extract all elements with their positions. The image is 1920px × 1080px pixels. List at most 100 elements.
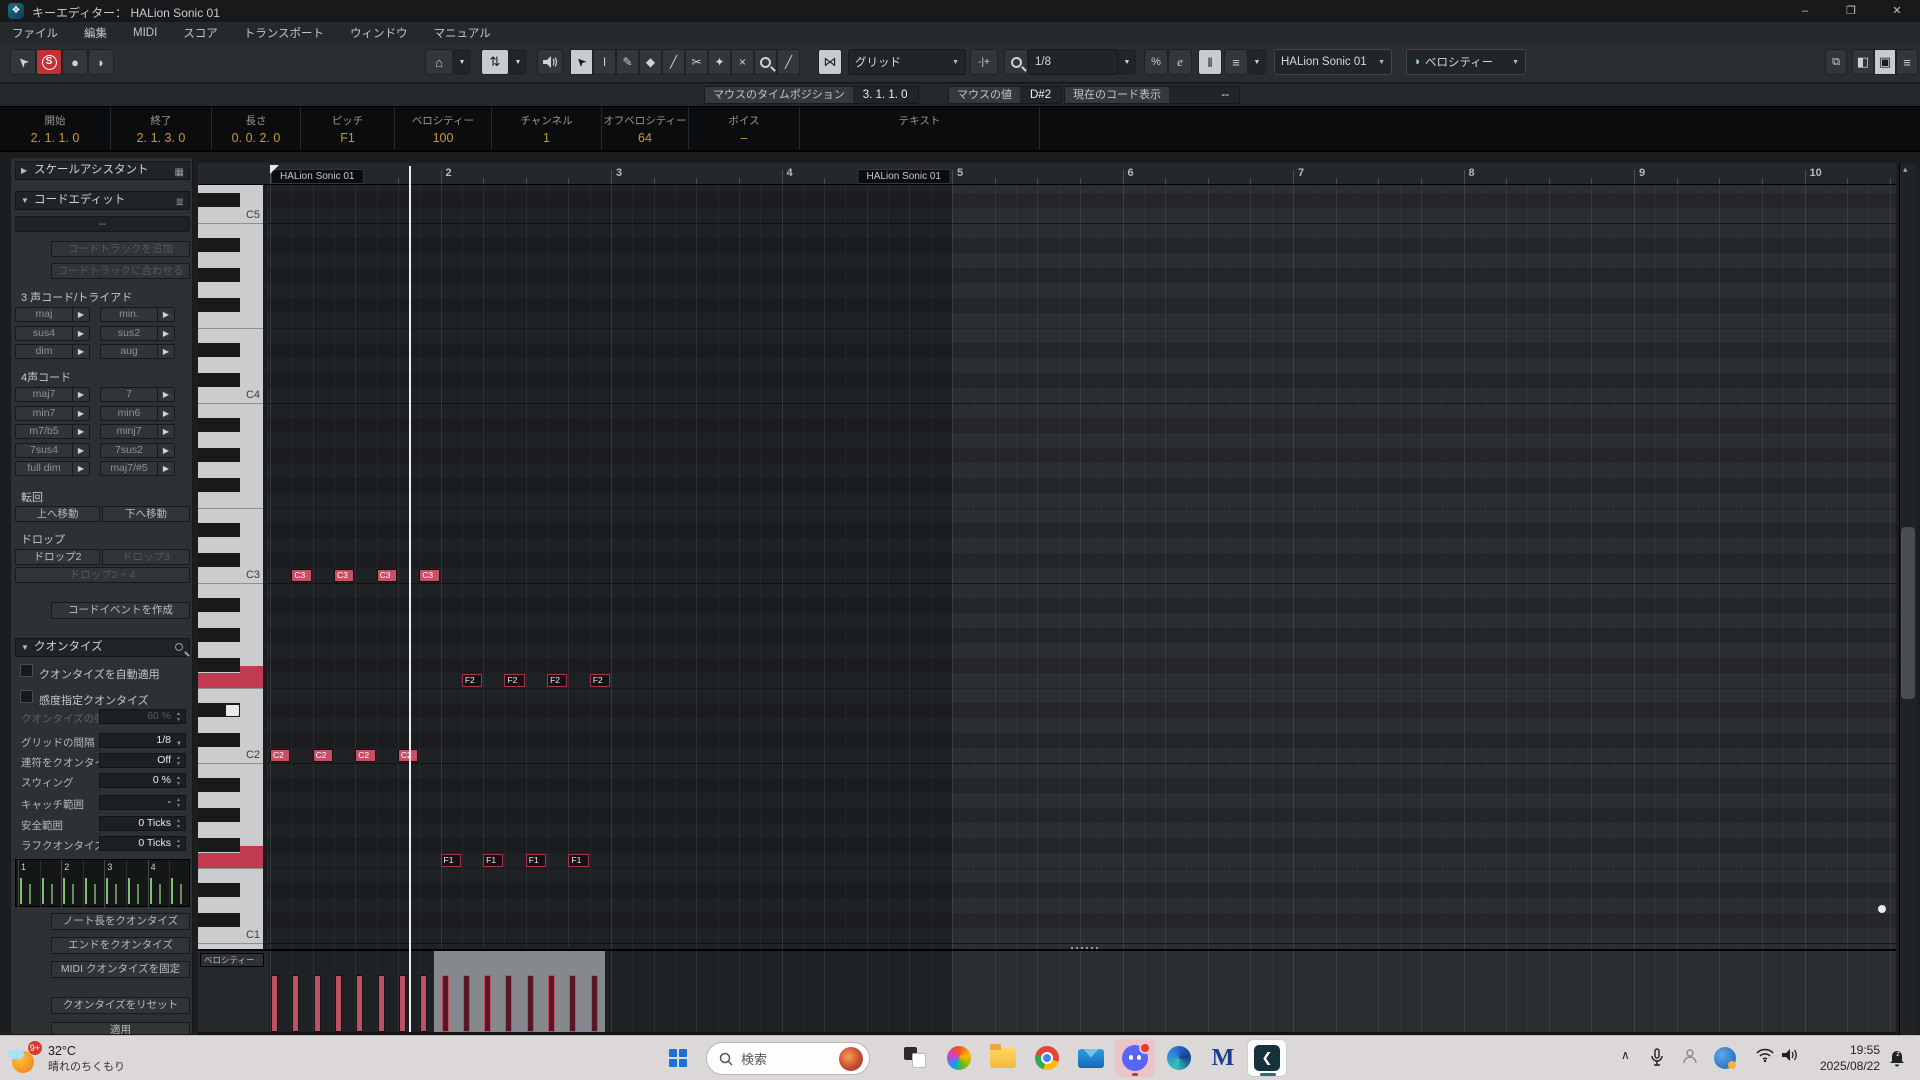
quantize-row-value[interactable]: 0 Ticks▲▼ [99, 836, 186, 851]
chrome-taskbar-icon[interactable] [1027, 1039, 1067, 1077]
velocity-bar[interactable] [271, 975, 278, 1032]
info-field-value[interactable]: – [689, 131, 799, 145]
volume-icon[interactable] [1782, 1048, 1799, 1065]
copilot-taskbar-icon[interactable] [939, 1039, 979, 1077]
triad-min[interactable]: min.▶ [100, 307, 175, 322]
quantize-row-value[interactable]: Off▲▼ [99, 753, 186, 768]
edge-taskbar-icon[interactable] [1159, 1039, 1199, 1077]
match-chord-track-button[interactable]: コードトラックに合わせる [51, 263, 190, 279]
tray-clock[interactable]: 19:552025/08/22 [1808, 1042, 1880, 1074]
zoom-tool[interactable] [754, 49, 777, 75]
midi-note[interactable]: C3 [419, 569, 439, 582]
midi-note[interactable]: F1 [568, 854, 588, 867]
drop2-button[interactable]: ドロップ2 [15, 549, 100, 565]
play-chord-arrow-icon[interactable]: ▶ [72, 308, 89, 321]
tetrad-minj7[interactable]: minj7▶ [100, 424, 175, 439]
piano-key-black[interactable] [198, 658, 240, 672]
drop2-4-button[interactable]: ドロップ2 + 4 [15, 567, 190, 583]
piano-key-black[interactable] [198, 883, 240, 897]
velocity-bar[interactable] [420, 975, 427, 1032]
insert-velocity-button[interactable]: ⇅ [481, 49, 509, 75]
eraser-tool[interactable]: ◆ [639, 49, 662, 75]
section-chord-edit[interactable]: コードエディット▼≣ [15, 191, 190, 210]
part-list-arrow[interactable]: ▼ [1248, 49, 1266, 75]
start-button[interactable] [658, 1039, 698, 1077]
menu-item-5[interactable]: ウィンドウ [350, 25, 408, 41]
object-selection-tool[interactable]: ➤ [570, 49, 593, 75]
velocity-bar[interactable] [569, 975, 576, 1032]
piano-key-black[interactable] [198, 448, 240, 462]
solo-button[interactable]: S [36, 49, 62, 75]
add-chord-track-button[interactable]: コードトラックを追加 [51, 241, 190, 257]
info-field-value[interactable]: 64 [602, 131, 688, 145]
piano-key-black[interactable] [198, 193, 240, 207]
move-up-button[interactable]: 上へ移動 [15, 506, 100, 522]
quantize-button-2[interactable]: MIDI クオンタイズを固定 [51, 961, 190, 978]
play-chord-arrow-icon[interactable]: ▶ [72, 462, 89, 475]
midi-note[interactable]: F1 [441, 854, 461, 867]
tetrad-maj7[interactable]: maj7▶ [15, 387, 90, 402]
controller-lane-label[interactable]: ベロシティー [200, 953, 264, 967]
piano-key-black[interactable] [198, 778, 240, 792]
velocity-bar[interactable] [442, 975, 449, 1032]
midi-note[interactable]: F1 [483, 854, 503, 867]
velocity-bar[interactable] [356, 975, 363, 1032]
move-down-button[interactable]: 下へ移動 [102, 506, 190, 522]
menu-item-0[interactable]: ファイル [12, 25, 58, 41]
play-chord-arrow-icon[interactable]: ▶ [157, 462, 174, 475]
play-chord-arrow-icon[interactable]: ▶ [72, 388, 89, 401]
midi-note[interactable]: C2 [355, 749, 375, 762]
velocity-bar[interactable] [335, 975, 342, 1032]
velocity-bar[interactable] [292, 975, 299, 1032]
task-view-taskbar-icon[interactable] [895, 1039, 935, 1077]
play-chord-arrow-icon[interactable]: ▶ [72, 345, 89, 358]
triad-dim[interactable]: dim▶ [15, 344, 90, 359]
autoscroll-button[interactable]: ⌂ [425, 49, 453, 75]
line-tool[interactable]: ╱ [777, 49, 800, 75]
piano-key-black[interactable] [198, 913, 240, 927]
velocity-bar[interactable] [527, 975, 534, 1032]
part-list-button[interactable]: ≡ [1224, 49, 1248, 75]
info-field-value[interactable]: 2. 1. 1. 0 [0, 131, 110, 145]
velocity-bar[interactable] [314, 975, 321, 1032]
scrollbar-thumb[interactable] [1901, 527, 1915, 699]
midi-note[interactable]: C3 [291, 569, 311, 582]
play-chord-arrow-icon[interactable]: ▶ [157, 327, 174, 340]
active-part-dropdown[interactable]: HALion Sonic 01▼ [1274, 49, 1392, 75]
mail-taskbar-icon[interactable] [1071, 1039, 1111, 1077]
m-app-taskbar-icon[interactable]: M [1203, 1039, 1243, 1077]
quantize-row-value[interactable]: 60 %▲▼ [99, 709, 186, 724]
pin-editor-button[interactable]: ➤ [10, 49, 36, 75]
left-zone-toggle-button[interactable]: ◧ [1852, 49, 1874, 75]
piano-key-black[interactable] [198, 268, 240, 282]
menu-item-2[interactable]: MIDI [133, 27, 157, 39]
quantize-button-1[interactable]: エンドをクオンタイズ [51, 937, 190, 954]
soft-quantize-checkbox[interactable] [20, 690, 33, 703]
snap-button[interactable]: ⋈ [818, 49, 842, 75]
tetrad-7sus2[interactable]: 7sus2▶ [100, 443, 175, 458]
midi-note[interactable]: F2 [590, 674, 610, 687]
midi-note[interactable]: C3 [334, 569, 354, 582]
triad-aug[interactable]: aug▶ [100, 344, 175, 359]
notification-bell-icon[interactable]: z [1888, 1047, 1906, 1072]
quantize-panel-button[interactable]: e [1168, 49, 1192, 75]
play-chord-arrow-icon[interactable]: ▶ [157, 444, 174, 457]
menu-item-3[interactable]: スコア [183, 25, 218, 41]
search-box[interactable]: 検索 [706, 1042, 870, 1075]
section-scale-assistant[interactable]: スケールアシスタント▶▦ [15, 161, 190, 180]
info-field-value[interactable]: 1 [492, 131, 601, 145]
play-chord-arrow-icon[interactable]: ▶ [157, 308, 174, 321]
piano-key-black[interactable] [198, 553, 240, 567]
velocity-bar[interactable] [463, 975, 470, 1032]
draw-tool[interactable]: I [593, 49, 616, 75]
piano-key-black[interactable] [198, 838, 240, 852]
info-field-value[interactable]: 0. 0. 2. 0 [212, 131, 300, 145]
mute-tool[interactable]: × [731, 49, 754, 75]
microphone-icon[interactable] [1650, 1048, 1664, 1069]
velocity-bar[interactable] [399, 975, 406, 1032]
piano-key-black[interactable] [198, 238, 240, 252]
spinner-icon[interactable]: ▲▼ [174, 775, 183, 787]
discord-taskbar-icon[interactable] [1115, 1039, 1155, 1077]
people-icon[interactable] [1682, 1048, 1698, 1067]
zoom-handle-dot[interactable] [1878, 905, 1886, 913]
